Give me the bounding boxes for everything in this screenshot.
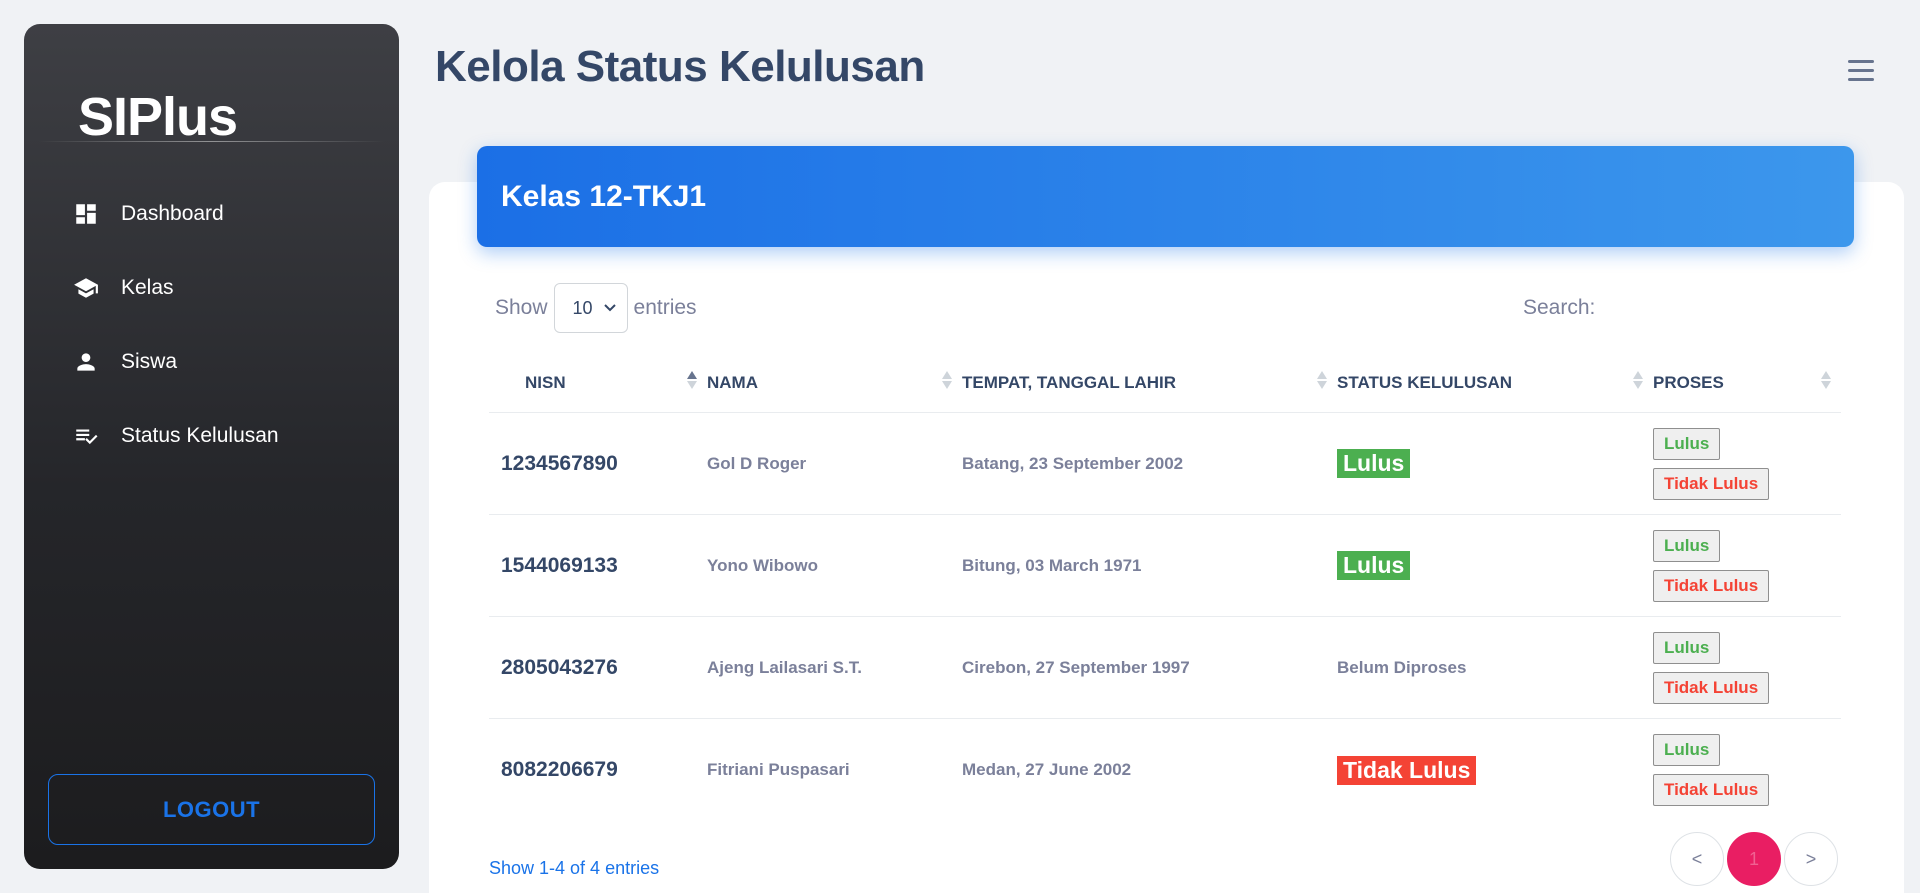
status-text: Belum Diproses: [1337, 657, 1467, 677]
sidebar-item-label: Kelas: [121, 276, 174, 299]
show-label: Show: [495, 296, 548, 319]
cell-status: Belum Diproses: [1337, 658, 1653, 678]
cell-nama: Gol D Roger: [707, 453, 807, 473]
cell-proses: Lulus Tidak Lulus: [1653, 631, 1841, 704]
tidak-lulus-button[interactable]: Tidak Lulus: [1653, 569, 1770, 602]
sort-icon: [1317, 370, 1327, 389]
status-badge: Lulus: [1337, 551, 1411, 580]
cell-status: Tidak Lulus: [1337, 755, 1653, 785]
tidak-lulus-button[interactable]: Tidak Lulus: [1653, 774, 1770, 806]
column-header-ttl[interactable]: TEMPAT, TANGGAL LAHIR: [962, 353, 1337, 413]
dashboard-icon: [76, 204, 96, 224]
cell-status: Lulus: [1337, 551, 1653, 580]
table-row: 8082206679 Fitriani Puspasari Medan, 27 …: [489, 719, 1841, 821]
table-header: NISN NAMA TEMPAT, TANGGAL LAHIR STATUS K…: [489, 353, 1841, 413]
person-icon: [77, 353, 95, 371]
hamburger-icon[interactable]: [1848, 60, 1874, 84]
cell-proses: Lulus Tidak Lulus: [1653, 529, 1841, 602]
cell-nisn: 1234567890: [501, 451, 618, 475]
entries-label: entries: [633, 296, 697, 319]
lulus-button[interactable]: Lulus: [1653, 529, 1721, 562]
entries-select-value: 10: [572, 297, 593, 318]
brand-divider: [38, 141, 385, 142]
status-badge: Tidak Lulus: [1337, 755, 1477, 785]
search-input[interactable]: [1605, 293, 1846, 323]
cell-nisn: 8082206679: [501, 758, 618, 781]
card-title: Kelas 12-TKJ1: [501, 179, 707, 213]
cell-ttl: Bitung, 03 March 1971: [962, 555, 1142, 575]
sort-icon: [1633, 370, 1643, 389]
cell-ttl: Medan, 27 June 2002: [962, 760, 1132, 779]
sidebar-item-label: Dashboard: [121, 202, 224, 225]
entries-length-control: Show 10 entries: [495, 283, 697, 333]
cell-nama: Ajeng Lailasari S.T.: [707, 657, 862, 677]
pagination-page-button[interactable]: 1: [1727, 832, 1781, 886]
pagination-next-button[interactable]: >: [1784, 832, 1838, 886]
cell-ttl: Batang, 23 September 2002: [962, 453, 1184, 473]
sidebar-nav: Dashboard Kelas Siswa Status Kelulusan: [24, 177, 399, 473]
tidak-lulus-button[interactable]: Tidak Lulus: [1653, 467, 1770, 500]
page-title: Kelola Status Kelulusan: [435, 42, 925, 91]
logout-button[interactable]: LOGOUT: [48, 774, 375, 845]
sidebar-item-label: Siswa: [121, 350, 178, 373]
tidak-lulus-button[interactable]: Tidak Lulus: [1653, 671, 1770, 704]
checklist-icon: [76, 429, 98, 445]
sidebar-item-siswa[interactable]: Siswa: [24, 325, 399, 399]
search-label: Search:: [1523, 296, 1596, 319]
column-header-proses[interactable]: PROSES: [1653, 353, 1841, 413]
lulus-button[interactable]: Lulus: [1653, 427, 1721, 460]
cell-nama: Yono Wibowo: [707, 555, 818, 575]
cell-proses: Lulus Tidak Lulus: [1653, 427, 1841, 500]
cell-nisn: 1544069133: [501, 553, 618, 577]
column-header-status[interactable]: STATUS KELULUSAN: [1337, 353, 1653, 413]
cell-nisn: 2805043276: [501, 655, 618, 679]
column-header-nama[interactable]: NAMA: [707, 353, 962, 413]
card-header: Kelas 12-TKJ1: [477, 146, 1854, 247]
column-header-nisn[interactable]: NISN: [489, 353, 707, 413]
cell-proses: Lulus Tidak Lulus: [1653, 734, 1841, 806]
pagination-prev-button[interactable]: <: [1670, 832, 1724, 886]
table-row: 1234567890 Gol D Roger Batang, 23 Septem…: [489, 413, 1841, 515]
cell-status: Lulus: [1337, 449, 1653, 478]
school-icon: [74, 278, 98, 298]
chevron-down-icon: [603, 304, 616, 312]
sidebar: SIPlus Dashboard Kelas Siswa Status Kelu…: [24, 24, 399, 869]
table-info: Show 1-4 of 4 entries: [489, 858, 660, 878]
students-table: NISN NAMA TEMPAT, TANGGAL LAHIR STATUS K…: [489, 353, 1841, 821]
entries-select[interactable]: 10: [553, 283, 628, 333]
pagination: < 1 >: [1670, 832, 1838, 886]
sidebar-item-kelas[interactable]: Kelas: [24, 251, 399, 325]
cell-ttl: Cirebon, 27 September 1997: [962, 657, 1190, 677]
sidebar-item-dashboard[interactable]: Dashboard: [24, 177, 399, 251]
sort-icon: [942, 370, 952, 389]
status-badge: Lulus: [1337, 449, 1411, 478]
table-row: 2805043276 Ajeng Lailasari S.T. Cirebon,…: [489, 617, 1841, 719]
lulus-button[interactable]: Lulus: [1653, 631, 1721, 664]
sidebar-item-label: Status Kelulusan: [121, 424, 279, 447]
sort-icon: [1821, 370, 1831, 389]
cell-nama: Fitriani Puspasari: [707, 760, 850, 779]
sort-icon: [687, 370, 697, 389]
brand-logo: SIPlus: [78, 87, 238, 147]
table-row: 1544069133 Yono Wibowo Bitung, 03 March …: [489, 515, 1841, 617]
lulus-button[interactable]: Lulus: [1653, 734, 1721, 766]
sidebar-item-status-kelulusan[interactable]: Status Kelulusan: [24, 399, 399, 473]
search-control: Search:: [1523, 293, 1846, 323]
